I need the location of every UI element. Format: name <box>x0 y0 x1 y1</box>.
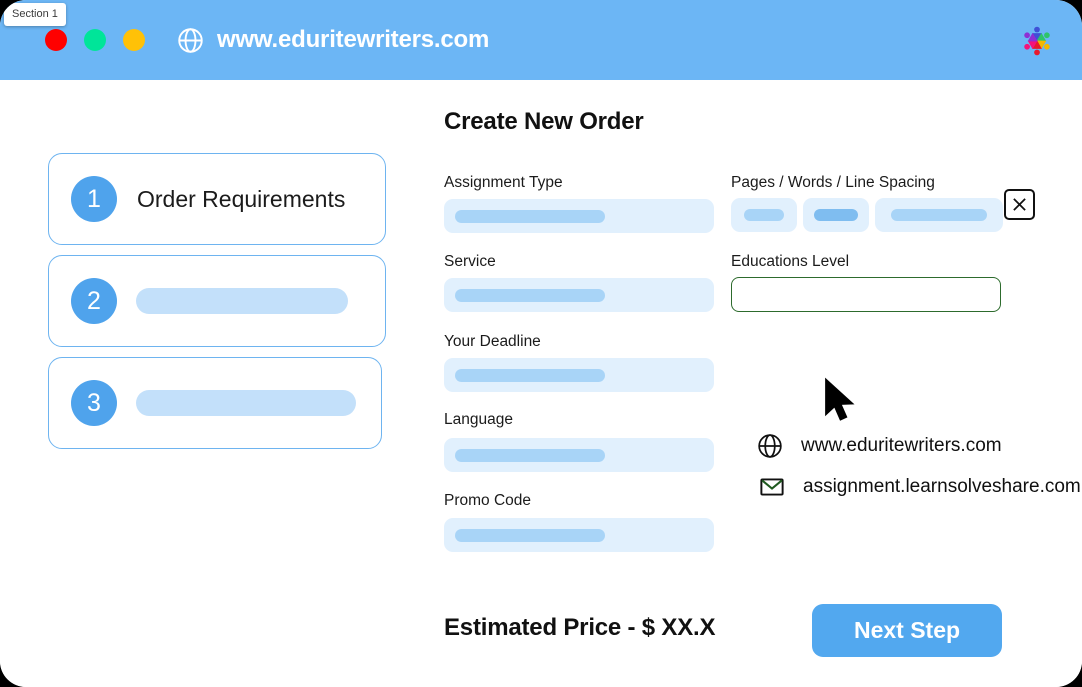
input-pages[interactable] <box>731 198 797 232</box>
close-dialog-button[interactable] <box>1004 189 1035 220</box>
teamwork-circle-logo <box>1024 26 1050 56</box>
contact-website-text: www.eduritewriters.com <box>801 435 1002 456</box>
step-item-2[interactable]: 2 <box>48 255 386 347</box>
label-pages-words-spacing: Pages / Words / Line Spacing <box>731 174 935 191</box>
contact-email-text: assignment.learnsolveshare.com <box>803 476 1081 497</box>
input-words[interactable] <box>803 198 869 232</box>
input-service-placeholder <box>455 288 605 302</box>
input-assignment-type[interactable] <box>444 199 714 233</box>
step-number-1: 1 <box>71 176 117 222</box>
envelope-icon <box>760 478 784 496</box>
globe-icon <box>758 434 782 458</box>
label-educations-level: Educations Level <box>731 253 850 270</box>
label-assignment-type: Assignment Type <box>444 174 563 191</box>
estimated-price: Estimated Price - $ XX.X <box>444 614 716 641</box>
input-line-spacing-placeholder <box>891 209 987 221</box>
maximize-window-button[interactable] <box>123 29 145 51</box>
browser-titlebar: www.eduritewriters.com <box>0 0 1082 80</box>
page-title: Create New Order <box>444 108 644 135</box>
input-words-placeholder <box>814 209 858 221</box>
browser-window: www.eduritewriters.com 1 Order Requireme… <box>0 0 1082 687</box>
address-bar-url: www.eduritewriters.com <box>217 26 490 53</box>
input-language-placeholder <box>455 448 605 462</box>
globe-icon <box>178 27 203 53</box>
input-line-spacing[interactable] <box>875 198 1003 232</box>
label-promo-code: Promo Code <box>444 492 532 509</box>
page-content: 1 Order Requirements 2 3 Create New Orde… <box>0 80 1082 687</box>
input-language[interactable] <box>444 438 714 472</box>
input-educations-level[interactable] <box>731 277 1001 312</box>
section-badge: Section 1 <box>4 3 66 26</box>
address-bar[interactable]: www.eduritewriters.com <box>177 26 489 54</box>
input-assignment-type-placeholder <box>455 209 605 223</box>
input-service[interactable] <box>444 278 714 312</box>
label-service: Service <box>444 253 496 270</box>
minimize-window-button[interactable] <box>84 29 106 51</box>
step-item-3[interactable]: 3 <box>48 357 382 449</box>
step-label-1: Order Requirements <box>137 185 346 212</box>
next-step-button[interactable]: Next Step <box>812 604 1002 657</box>
contact-email[interactable]: assignment.learnsolveshare.com <box>759 474 1081 500</box>
label-your-deadline: Your Deadline <box>444 333 541 350</box>
step-label-placeholder-2 <box>136 288 348 314</box>
input-pages-placeholder <box>744 209 784 221</box>
order-steps-rail: 1 Order Requirements 2 3 <box>48 153 388 449</box>
input-your-deadline-placeholder <box>455 368 605 382</box>
mouse-cursor <box>825 377 855 421</box>
input-promo-code-placeholder <box>455 528 605 542</box>
step-number-2: 2 <box>71 278 117 324</box>
step-number-3: 3 <box>71 380 117 426</box>
close-window-button[interactable] <box>45 29 67 51</box>
close-icon <box>1013 198 1026 211</box>
input-your-deadline[interactable] <box>444 358 714 392</box>
label-language: Language <box>444 411 513 428</box>
window-controls <box>45 29 145 51</box>
step-label-placeholder-3 <box>136 390 356 416</box>
contact-website[interactable]: www.eduritewriters.com <box>757 433 1002 459</box>
input-promo-code[interactable] <box>444 518 714 552</box>
step-item-1[interactable]: 1 Order Requirements <box>48 153 386 245</box>
